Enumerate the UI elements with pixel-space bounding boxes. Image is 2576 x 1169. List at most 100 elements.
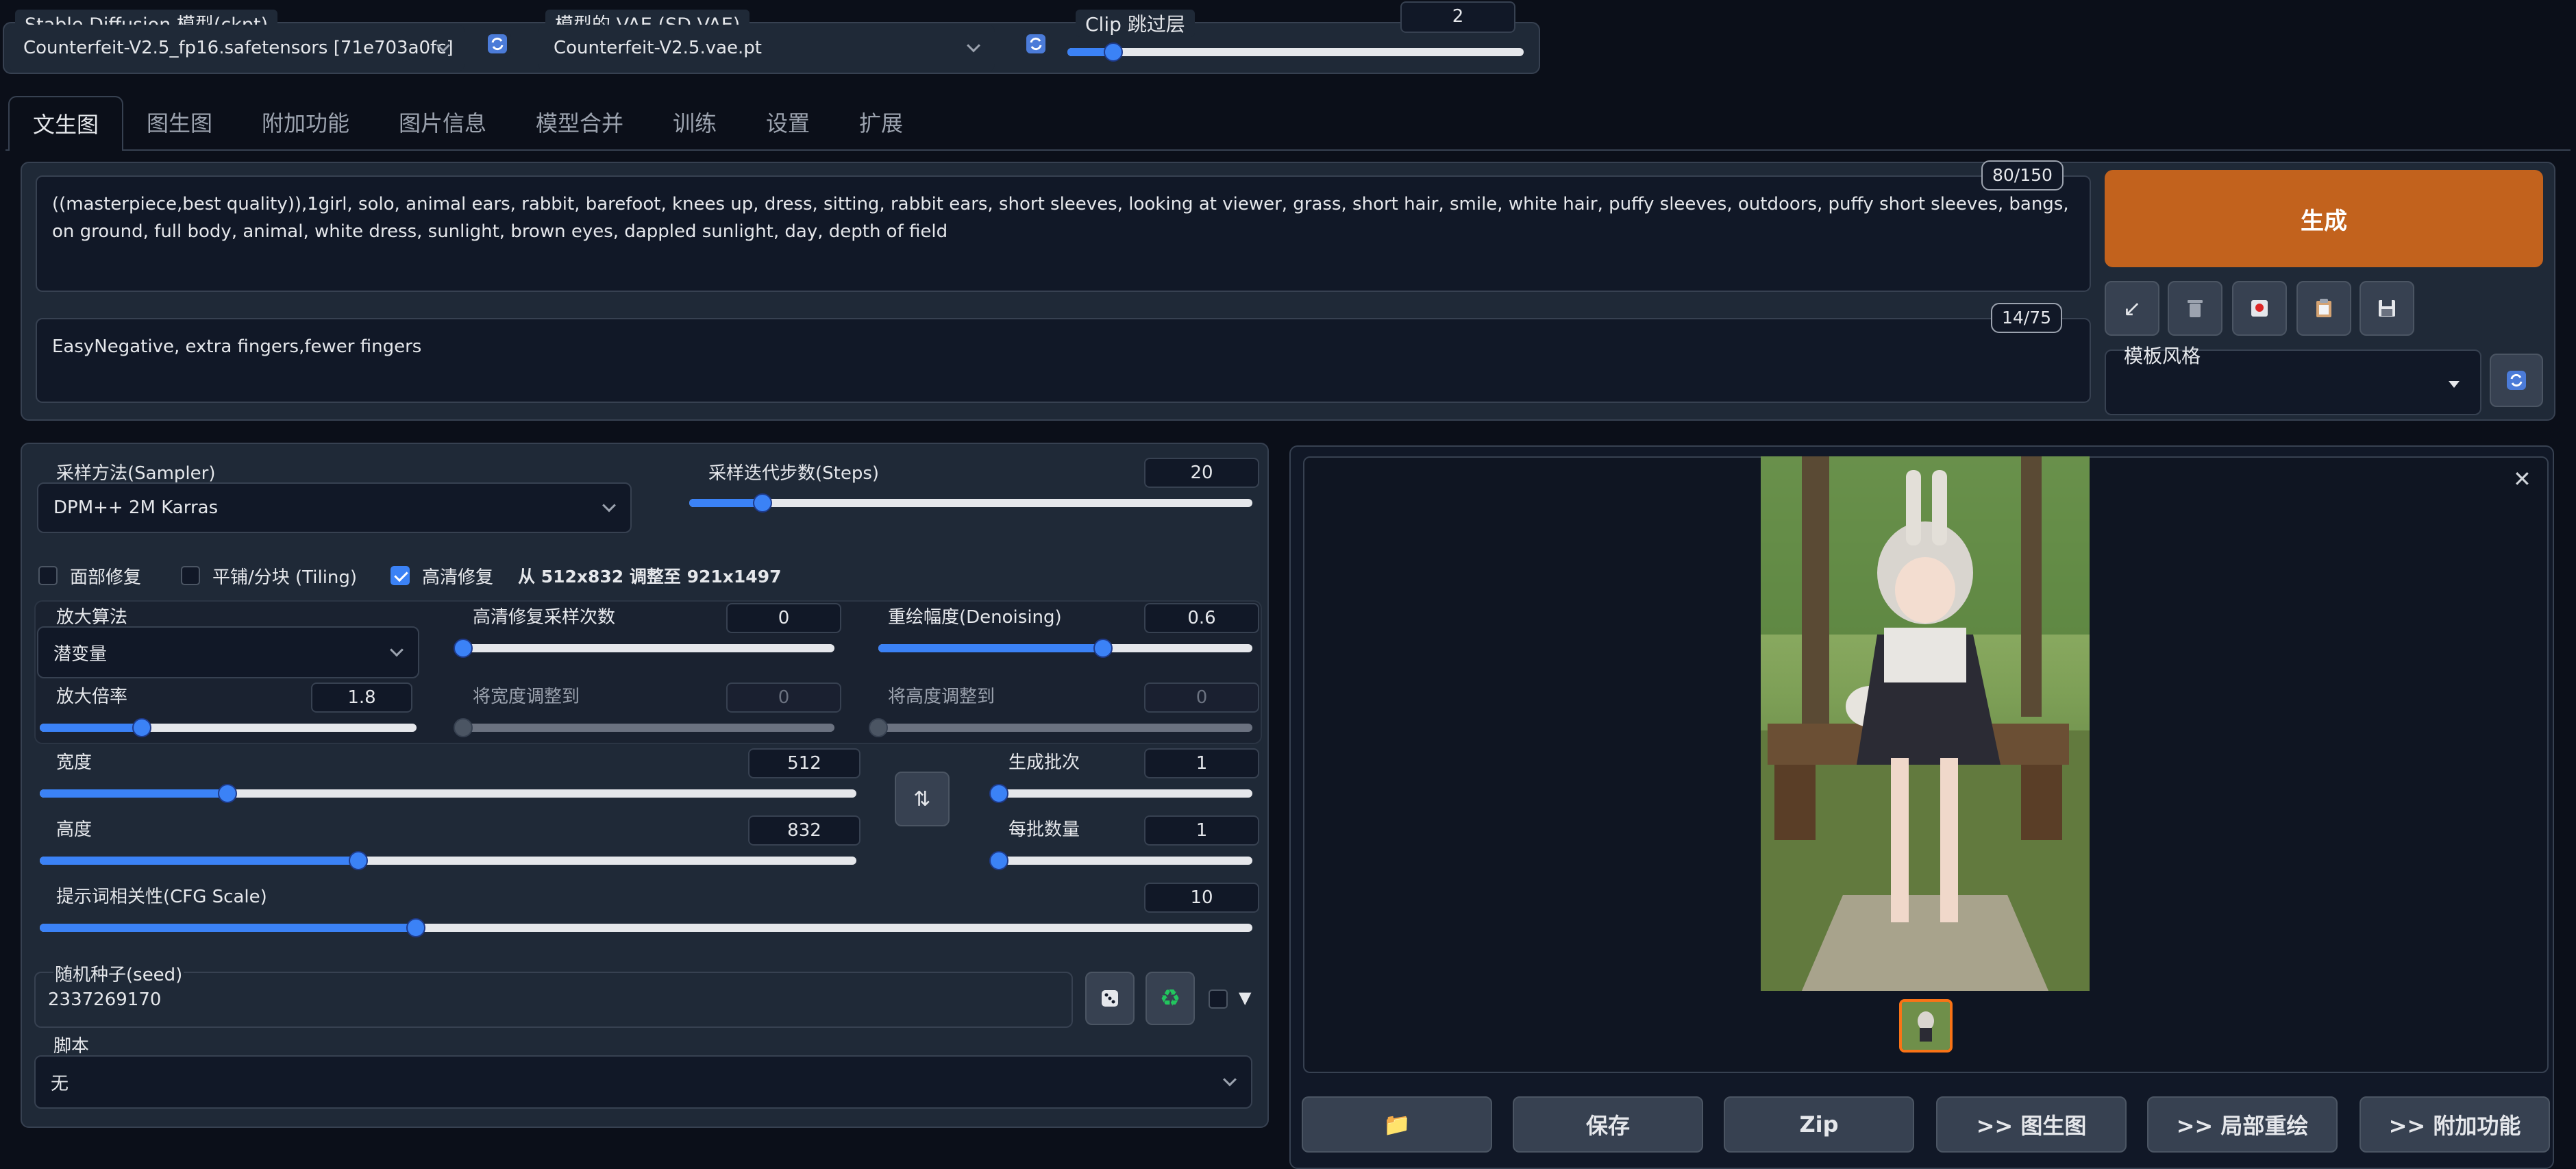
refresh-styles-button[interactable]	[2490, 354, 2543, 407]
slider-thumb[interactable]	[989, 784, 1008, 803]
batch-size-slider[interactable]	[989, 851, 1252, 870]
hires-steps-label: 高清修复采样次数	[473, 607, 616, 628]
extra-seed-checkbox[interactable]	[1209, 989, 1228, 1009]
slider-thumb[interactable]	[132, 718, 151, 737]
close-icon[interactable]: ✕	[2513, 466, 2531, 492]
slider-thumb[interactable]	[454, 718, 473, 737]
generated-image[interactable]	[1761, 456, 2090, 991]
face-restore-checkbox[interactable]	[38, 566, 58, 585]
denoise-input[interactable]: 0.6	[1144, 603, 1259, 633]
cfg-input[interactable]: 10	[1144, 883, 1259, 913]
upscaler-select[interactable]: 潜变量	[37, 626, 419, 678]
random-seed-button[interactable]	[1085, 972, 1135, 1025]
clip-slider[interactable]	[1067, 42, 1524, 62]
tab-merge[interactable]: 模型合并	[536, 96, 623, 151]
slider-thumb[interactable]	[454, 639, 473, 658]
upscaler-value: 潜变量	[53, 643, 108, 665]
steps-label: 采样迭代步数(Steps)	[708, 463, 880, 484]
cfg-slider[interactable]	[40, 918, 1252, 937]
height-slider[interactable]	[40, 851, 856, 870]
slider-thumb[interactable]	[218, 784, 238, 803]
trash-icon	[2188, 300, 2203, 317]
seed-box	[34, 972, 1073, 1028]
resize-width-input[interactable]: 0	[726, 682, 841, 713]
save-button[interactable]: 保存	[1513, 1096, 1703, 1153]
send-to-extras-button[interactable]: >> 附加功能	[2360, 1096, 2550, 1153]
scale-label: 放大倍率	[56, 687, 128, 707]
upscaler-label: 放大算法	[56, 607, 128, 628]
vae-select[interactable]: Counterfeit-V2.5.vae.pt	[538, 25, 995, 71]
negative-prompt-box[interactable]	[36, 318, 2091, 403]
ckpt-select[interactable]: Counterfeit-V2.5_fp16.safetensors [71e70…	[8, 25, 465, 71]
hires-checkbox[interactable]	[391, 566, 410, 585]
send-to-inpaint-button[interactable]: >> 局部重绘	[2147, 1096, 2338, 1153]
slider-thumb[interactable]	[406, 918, 425, 937]
read-params-button[interactable]: ↙	[2105, 281, 2159, 336]
swap-dimensions-button[interactable]: ⇅	[895, 772, 950, 826]
width-slider[interactable]	[40, 784, 856, 803]
sampler-value: DPM++ 2M Karras	[53, 497, 219, 518]
slider-thumb[interactable]	[989, 851, 1008, 870]
open-folder-button[interactable]: 📁	[1302, 1096, 1492, 1153]
slider-thumb[interactable]	[348, 851, 368, 870]
chevron-down-icon	[967, 38, 980, 53]
refresh-vae-button[interactable]	[1022, 30, 1050, 58]
scale-slider[interactable]	[40, 718, 417, 737]
expand-triangle-icon[interactable]: ▼	[1239, 988, 1251, 1007]
show-extra-networks-button[interactable]	[2232, 281, 2287, 336]
denoise-slider[interactable]	[878, 639, 1252, 658]
seed-input[interactable]: 2337269170	[48, 989, 161, 1010]
refresh-icon	[2507, 371, 2526, 390]
resize-width-slider[interactable]	[454, 718, 834, 737]
resize-width-label: 将宽度调整到	[473, 687, 580, 707]
slider-thumb[interactable]	[1103, 42, 1123, 62]
generated-image-art	[1761, 456, 2090, 991]
flower-card-icon	[2251, 300, 2268, 317]
tiling-checkbox[interactable]	[181, 566, 200, 585]
tab-train[interactable]: 训练	[673, 96, 717, 151]
resize-height-input[interactable]: 0	[1144, 682, 1259, 713]
slider-thumb[interactable]	[869, 718, 888, 737]
tab-img2img[interactable]: 图生图	[147, 96, 212, 151]
clear-prompt-button[interactable]	[2168, 281, 2222, 336]
zip-button[interactable]: Zip	[1724, 1096, 1914, 1153]
vae-value: Counterfeit-V2.5.vae.pt	[554, 38, 763, 58]
script-select[interactable]: 无	[34, 1055, 1252, 1109]
save-style-button[interactable]	[2360, 281, 2414, 336]
tab-txt2img[interactable]: 文生图	[8, 96, 123, 151]
generate-button[interactable]: 生成	[2105, 170, 2543, 267]
hires-steps-slider[interactable]	[454, 639, 834, 658]
resize-height-slider[interactable]	[869, 718, 1252, 737]
slider-thumb[interactable]	[1093, 639, 1113, 658]
hires-steps-input[interactable]: 0	[726, 603, 841, 633]
height-label: 高度	[56, 820, 92, 840]
tab-extensions[interactable]: 扩展	[859, 96, 903, 151]
width-input[interactable]: 512	[748, 748, 860, 778]
apply-style-button[interactable]	[2296, 281, 2351, 336]
tab-png-info[interactable]: 图片信息	[399, 96, 486, 151]
gallery-thumbnail[interactable]	[1899, 999, 1953, 1053]
tab-extras[interactable]: 附加功能	[262, 96, 349, 151]
generate-label: 生成	[2301, 207, 2347, 235]
clip-value-input[interactable]: 2	[1400, 1, 1515, 33]
slider-thumb[interactable]	[752, 493, 772, 513]
steps-input[interactable]: 20	[1144, 458, 1259, 488]
caret-down-icon	[2449, 381, 2460, 388]
sampler-select[interactable]: DPM++ 2M Karras	[37, 482, 632, 533]
reuse-seed-button[interactable]: ♻	[1145, 972, 1195, 1025]
refresh-ckpt-button[interactable]	[484, 30, 511, 58]
steps-slider[interactable]	[689, 493, 1252, 513]
face-restore-label: 面部修复	[70, 567, 142, 588]
height-input[interactable]: 832	[748, 815, 860, 846]
sampler-label: 采样方法(Sampler)	[56, 463, 216, 484]
save-label: 保存	[1585, 1113, 1630, 1139]
scale-input[interactable]: 1.8	[311, 682, 412, 713]
hires-label: 高清修复	[422, 567, 494, 588]
arrow-down-left-icon: ↙	[2122, 295, 2142, 321]
folder-icon: 📁	[1383, 1111, 1411, 1137]
batch-size-input[interactable]: 1	[1144, 815, 1259, 846]
send-to-img2img-button[interactable]: >> 图生图	[1936, 1096, 2127, 1153]
tab-settings[interactable]: 设置	[766, 96, 810, 151]
batch-count-slider[interactable]	[989, 784, 1252, 803]
batch-count-input[interactable]: 1	[1144, 748, 1259, 778]
